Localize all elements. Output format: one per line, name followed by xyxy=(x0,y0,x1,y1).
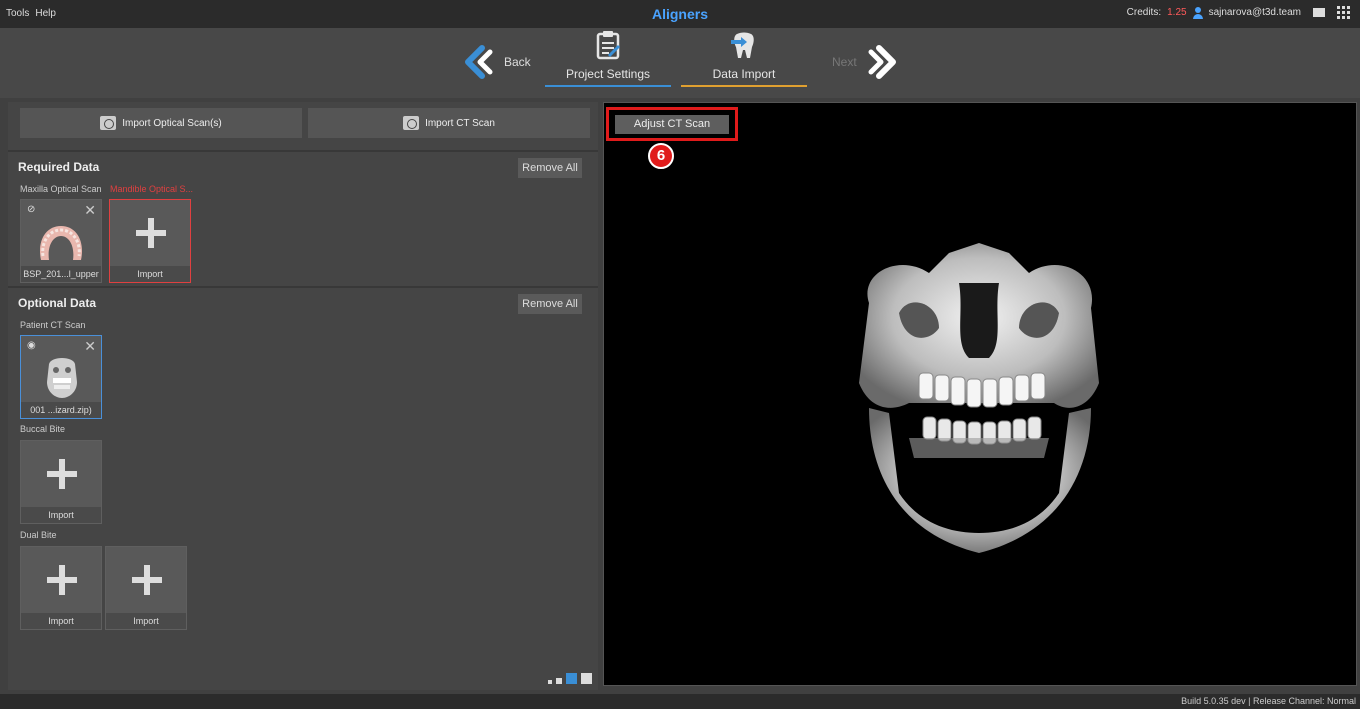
step-project-underline xyxy=(545,85,671,87)
step-project-label: Project Settings xyxy=(565,67,651,81)
dual-bite-label: Dual Bite xyxy=(20,530,57,540)
menu-bar: Tools Help xyxy=(6,8,56,19)
buccal-bite-import-tile[interactable]: Import xyxy=(20,440,102,524)
account-area: Credits: 1.25 sajnarova@t3d.team xyxy=(1127,6,1350,19)
import-ct-label: Import CT Scan xyxy=(425,117,495,129)
size-xlarge-icon[interactable] xyxy=(581,673,592,684)
next-button[interactable]: Next xyxy=(832,44,901,80)
remove-all-optional-button[interactable]: Remove All xyxy=(518,294,582,314)
ct-file-name: 001 ...izard.zip) xyxy=(21,402,101,418)
maxilla-file-name: BSP_201...l_upper xyxy=(21,266,101,282)
plus-icon xyxy=(47,565,77,595)
remove-all-required-button[interactable]: Remove All xyxy=(518,158,582,178)
upper-jaw-thumbnail xyxy=(39,226,83,260)
status-bar: Build 5.0.35 dev | Release Channel: Norm… xyxy=(0,694,1360,709)
dual-bite-import-tile-2[interactable]: Import xyxy=(105,546,187,630)
annotation-step-badge: 6 xyxy=(648,143,674,169)
adjust-ct-scan-button[interactable]: Adjust CT Scan xyxy=(615,115,729,134)
mail-icon[interactable] xyxy=(1313,8,1325,17)
dual-import-label-1: Import xyxy=(21,613,101,629)
credits-value: 1.25 xyxy=(1167,7,1187,18)
buccal-import-label: Import xyxy=(21,507,101,523)
next-label: Next xyxy=(832,55,857,69)
chevron-right-icon xyxy=(868,45,896,79)
wizard-nav: Back Project Settings Data Import Next xyxy=(0,28,1360,98)
import-optical-scan-button[interactable]: Import Optical Scan(s) xyxy=(20,108,302,138)
buccal-bite-label: Buccal Bite xyxy=(20,424,66,434)
size-small-icon[interactable] xyxy=(548,680,552,684)
data-panel: Import Optical Scan(s) Import CT Scan Re… xyxy=(8,102,598,690)
plus-icon xyxy=(47,459,77,489)
patient-ct-label: Patient CT Scan xyxy=(20,320,86,330)
back-label: Back xyxy=(504,55,531,69)
maxilla-scan-tile[interactable]: ⊘ ✕ BSP_201...l_upper xyxy=(20,199,102,283)
optional-data-section: Optional Data Remove All Patient CT Scan… xyxy=(8,286,598,666)
app-window: Tools Help Aligners Credits: 1.25 sajnar… xyxy=(0,0,1360,709)
size-large-icon[interactable] xyxy=(566,673,577,684)
ct-scan-tile[interactable]: ◉ ✕ 001 ...izard.zip) xyxy=(20,335,102,419)
ct-scan-icon xyxy=(403,116,420,130)
maxilla-label: Maxilla Optical Scan xyxy=(20,184,102,194)
back-button[interactable]: Back xyxy=(460,44,531,80)
menu-help[interactable]: Help xyxy=(35,8,56,19)
credits-label: Credits: xyxy=(1126,7,1162,18)
hidden-eye-icon[interactable]: ⊘ xyxy=(27,204,35,215)
plus-icon xyxy=(132,565,162,595)
import-ct-scan-button[interactable]: Import CT Scan xyxy=(308,108,590,138)
ct-viewport[interactable]: Adjust CT Scan 6 xyxy=(603,102,1357,686)
mandible-import-tile[interactable]: Import xyxy=(109,199,191,283)
mandible-import-label: Import xyxy=(110,266,190,282)
optional-data-title: Optional Data xyxy=(18,296,97,310)
top-bar: Tools Help Aligners Credits: 1.25 sajnar… xyxy=(0,0,1360,28)
required-data-section: Required Data Remove All Maxilla Optical… xyxy=(8,150,598,286)
step-data-import[interactable]: Data Import xyxy=(681,30,807,87)
dual-bite-import-tile-1[interactable]: Import xyxy=(20,546,102,630)
dual-import-label-2: Import xyxy=(106,613,186,629)
chevron-left-icon xyxy=(465,45,493,79)
close-icon[interactable]: ✕ xyxy=(84,338,96,355)
user-icon[interactable] xyxy=(1192,6,1203,19)
menu-tools[interactable]: Tools xyxy=(6,8,29,19)
eye-icon[interactable]: ◉ xyxy=(27,340,36,351)
size-medium-icon[interactable] xyxy=(556,678,562,684)
mandible-label: Mandible Optical S... xyxy=(110,184,194,194)
close-icon[interactable]: ✕ xyxy=(84,202,96,219)
view-size-toggle[interactable] xyxy=(548,673,592,684)
annotation-highlight-box: Adjust CT Scan xyxy=(606,107,738,141)
tooth-import-icon xyxy=(731,32,754,58)
ct-skull-render xyxy=(859,243,1099,553)
step-data-label: Data Import xyxy=(712,67,776,81)
required-data-title: Required Data xyxy=(18,160,100,174)
clipboard-icon xyxy=(596,31,621,60)
apps-grid-icon[interactable] xyxy=(1337,6,1350,19)
plus-icon xyxy=(136,218,166,248)
optical-scan-icon xyxy=(100,116,117,130)
ct-skull-thumbnail xyxy=(47,358,77,398)
step-project-settings[interactable]: Project Settings xyxy=(545,30,671,87)
import-optical-label: Import Optical Scan(s) xyxy=(122,117,222,129)
step-data-underline xyxy=(681,85,807,87)
user-email[interactable]: sajnarova@t3d.team xyxy=(1209,7,1301,18)
